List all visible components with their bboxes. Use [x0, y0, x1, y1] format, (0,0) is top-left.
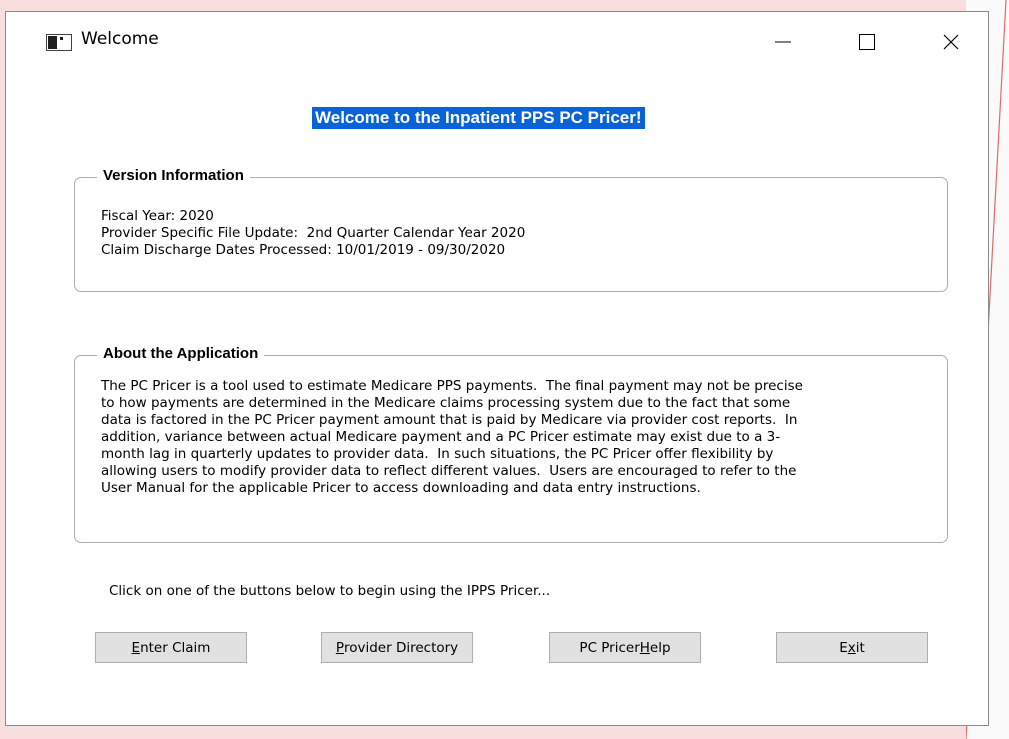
about-line: addition, variance between actual Medica…: [101, 429, 781, 445]
about-line: month lag in quarterly updates to provid…: [101, 446, 774, 462]
about-line: data is factored in the PC Pricer paymen…: [101, 412, 798, 428]
version-line: Provider Specific File Update: 2nd Quart…: [101, 225, 526, 241]
pc-pricer-help-button[interactable]: PC Pricer Help: [549, 632, 701, 663]
provider-directory-mnemonic: P: [335, 639, 344, 656]
version-line: Fiscal Year: 2020: [101, 208, 214, 224]
pc-pricer-help-label: elp: [649, 639, 671, 656]
welcome-banner: Welcome to the Inpatient PPS PC Pricer!: [312, 107, 645, 129]
about-application-heading: About the Application: [97, 345, 265, 362]
exit-mnemonic: x: [847, 639, 856, 656]
maximize-icon: [859, 34, 875, 50]
title-bar[interactable]: Welcome: [6, 12, 988, 72]
about-application-group: About the Application The PC Pricer is a…: [74, 345, 948, 543]
about-line: User Manual for the applicable Pricer to…: [101, 480, 701, 496]
exit-label: it: [855, 639, 865, 656]
about-line: The PC Pricer is a tool used to estimate…: [101, 378, 803, 394]
provider-directory-label: rovider Directory: [343, 639, 459, 656]
instruction-text: Click on one of the buttons below to beg…: [109, 583, 551, 599]
about-application-text: The PC Pricer is a tool used to estimate…: [101, 378, 803, 497]
version-line: Claim Discharge Dates Processed: 10/01/2…: [101, 242, 506, 258]
close-icon: [943, 34, 959, 50]
close-button[interactable]: [928, 20, 974, 64]
exit-label-prefix: E: [839, 639, 848, 656]
version-information-group: Version Information Fiscal Year: 2020 Pro…: [74, 167, 948, 292]
welcome-window: Welcome Welcome to the Inpatient PPS PC …: [5, 11, 989, 726]
pc-pricer-help-label-prefix: PC Pricer: [579, 639, 640, 656]
maximize-button[interactable]: [844, 20, 890, 64]
enter-claim-button[interactable]: Enter Claim: [95, 632, 247, 663]
window-app-icon: [46, 34, 72, 51]
about-line: to how payments are determined in the Me…: [101, 395, 791, 411]
enter-claim-label: nter Claim: [140, 639, 211, 656]
provider-directory-button[interactable]: Provider Directory: [321, 632, 473, 663]
window-title: Welcome: [81, 29, 159, 49]
pc-pricer-help-mnemonic: H: [639, 639, 650, 656]
enter-claim-mnemonic: E: [131, 639, 141, 656]
about-line: allowing users to modify provider data t…: [101, 463, 797, 479]
minimize-icon: [775, 41, 791, 43]
version-information-text: Fiscal Year: 2020 Provider Specific File …: [101, 208, 525, 259]
version-information-heading: Version Information: [97, 167, 250, 184]
exit-button[interactable]: Ex it: [776, 632, 928, 663]
minimize-button[interactable]: [760, 20, 806, 64]
